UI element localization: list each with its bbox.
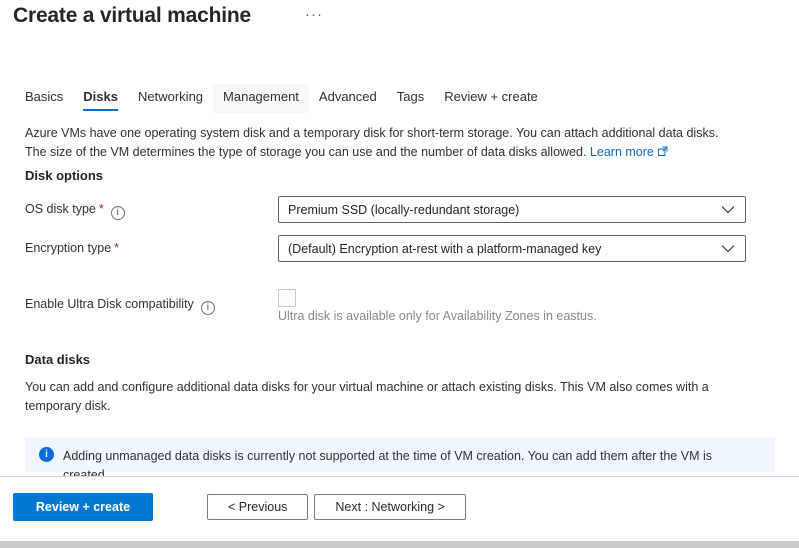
info-icon[interactable]: i <box>111 206 125 220</box>
tab-basics[interactable]: Basics <box>15 84 73 113</box>
tab-networking[interactable]: Networking <box>128 84 213 113</box>
encryption-type-value: (Default) Encryption at-rest with a plat… <box>288 242 601 256</box>
tab-disks[interactable]: Disks <box>73 84 128 113</box>
window-bottom-scrollbar[interactable] <box>0 541 799 548</box>
next-networking-button[interactable]: Next : Networking > <box>314 494 465 520</box>
tab-review-create[interactable]: Review + create <box>434 84 548 113</box>
wizard-footer: Review + create < Previous Next : Networ… <box>0 476 799 541</box>
more-options-icon[interactable]: ··· <box>305 6 323 23</box>
external-link-icon <box>657 146 668 157</box>
description-line-2: The size of the VM determines the type o… <box>25 143 718 162</box>
ultra-disk-checkbox[interactable] <box>278 289 296 307</box>
ultra-disk-label: Enable Ultra Disk compatibilityi <box>25 297 215 315</box>
required-asterisk: * <box>99 202 104 216</box>
disks-description: Azure VMs have one operating system disk… <box>25 124 718 162</box>
data-disks-description: You can add and configure additional dat… <box>25 378 709 416</box>
chevron-down-icon <box>721 244 735 253</box>
encryption-type-label: Encryption type* <box>25 241 119 255</box>
required-asterisk: * <box>114 241 119 255</box>
info-banner: i Adding unmanaged data disks is current… <box>25 437 775 472</box>
tab-advanced[interactable]: Advanced <box>309 84 387 113</box>
ultra-disk-helper-text: Ultra disk is available only for Availab… <box>278 309 597 323</box>
wizard-tabs: Basics Disks Networking Management Advan… <box>15 84 548 113</box>
disk-options-heading: Disk options <box>25 168 103 183</box>
create-vm-page: Create a virtual machine ··· Basics Disk… <box>0 0 799 548</box>
os-disk-type-select[interactable]: Premium SSD (locally-redundant storage) <box>278 196 746 223</box>
encryption-type-select[interactable]: (Default) Encryption at-rest with a plat… <box>278 235 746 262</box>
os-disk-type-label: OS disk type*i <box>25 202 125 220</box>
chevron-down-icon <box>721 205 735 214</box>
info-filled-icon: i <box>39 447 54 462</box>
previous-button[interactable]: < Previous <box>207 494 308 520</box>
description-line-1: Azure VMs have one operating system disk… <box>25 124 718 143</box>
learn-more-link[interactable]: Learn more <box>590 145 654 159</box>
review-create-button[interactable]: Review + create <box>13 493 153 521</box>
os-disk-type-value: Premium SSD (locally-redundant storage) <box>288 203 519 217</box>
tab-management[interactable]: Management <box>213 84 309 113</box>
info-icon[interactable]: i <box>201 301 215 315</box>
data-disks-heading: Data disks <box>25 352 90 367</box>
page-title: Create a virtual machine <box>13 4 251 28</box>
tab-tags[interactable]: Tags <box>387 84 434 113</box>
